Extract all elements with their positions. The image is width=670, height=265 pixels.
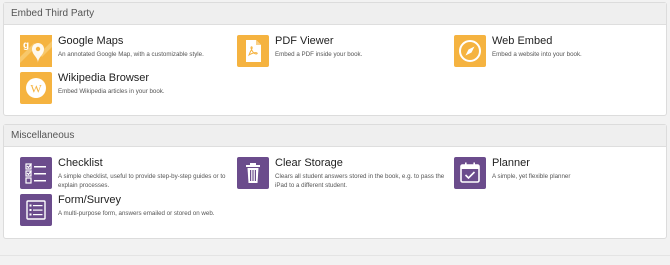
compass-icon [454, 35, 486, 67]
widget-title: Wikipedia Browser [58, 72, 150, 84]
widget-web-embed[interactable]: Web Embed Embed a website into your book… [454, 35, 664, 69]
trash-icon [237, 157, 269, 189]
form-list-icon [20, 194, 52, 226]
svg-text:W: W [30, 82, 42, 96]
section-miscellaneous: Miscellaneous Checklist A simple checkli… [3, 124, 667, 239]
checklist-icon [20, 157, 52, 189]
widget-description: Clears all student answers stored in the… [275, 173, 445, 189]
widget-title: Planner [492, 157, 530, 169]
pdf-document-icon [237, 35, 269, 67]
section-header: Miscellaneous [4, 125, 666, 147]
widget-description: A simple checklist, useful to provide st… [58, 173, 226, 189]
widget-google-maps[interactable]: g Google Maps An annotated Google Map, w… [20, 35, 230, 69]
calendar-icon [454, 157, 486, 189]
divider [0, 255, 670, 256]
section-header: Embed Third Party [4, 3, 666, 25]
widget-description: Embed a PDF inside your book. [275, 51, 363, 58]
widget-title: Google Maps [58, 35, 124, 47]
widget-wikipedia-browser[interactable]: W Wikipedia Browser Embed Wikipedia arti… [20, 72, 230, 106]
svg-text:g: g [23, 40, 29, 51]
widget-description: A simple, yet flexible planner [492, 173, 571, 180]
widget-title: Form/Survey [58, 194, 121, 206]
widget-description: An annotated Google Map, with a customiz… [58, 51, 204, 58]
widget-title: Web Embed [492, 35, 553, 47]
widget-pdf-viewer[interactable]: PDF Viewer Embed a PDF inside your book. [237, 35, 447, 69]
wikipedia-icon: W [20, 72, 52, 104]
widget-title: Clear Storage [275, 157, 343, 169]
google-maps-icon: g [20, 35, 52, 67]
widget-description: A multi-purpose form, answers emailed or… [58, 210, 215, 217]
section-embed-third-party: Embed Third Party g Google Maps An annot… [3, 2, 667, 116]
widget-clear-storage[interactable]: Clear Storage Clears all student answers… [237, 157, 447, 191]
widget-checklist[interactable]: Checklist A simple checklist, useful to … [20, 157, 230, 191]
widget-planner[interactable]: Planner A simple, yet flexible planner [454, 157, 664, 191]
widget-description: Embed Wikipedia articles in your book. [58, 88, 165, 95]
widget-description: Embed a website into your book. [492, 51, 582, 58]
widget-form-survey[interactable]: Form/Survey A multi-purpose form, answer… [20, 194, 230, 228]
widget-title: Checklist [58, 157, 103, 169]
widget-title: PDF Viewer [275, 35, 334, 47]
